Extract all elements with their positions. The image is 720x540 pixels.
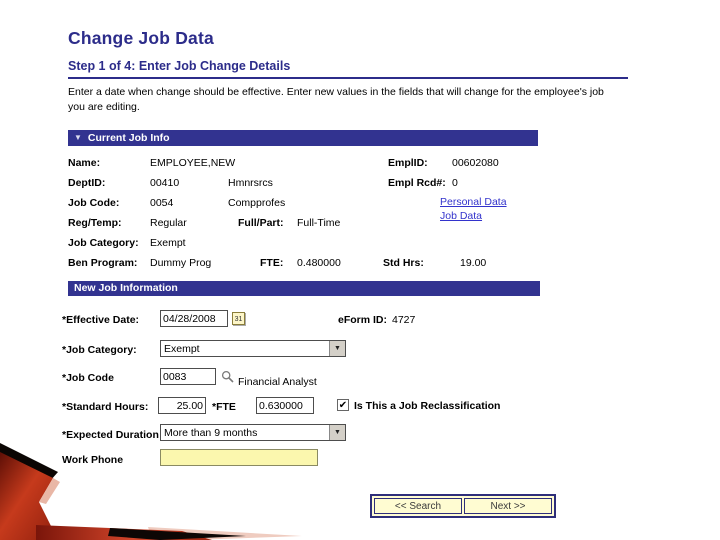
std-hrs-value: 19.00 bbox=[460, 257, 487, 269]
reg-temp-label: Reg/Temp: bbox=[68, 217, 122, 229]
standard-hours-input[interactable] bbox=[158, 397, 206, 414]
page-title: Change Job Data bbox=[68, 28, 214, 48]
pale-highlight bbox=[39, 478, 60, 504]
effective-date-label: *Effective Date: bbox=[62, 314, 140, 326]
job-code-value: 0054 bbox=[150, 197, 174, 209]
effective-date-input[interactable] bbox=[160, 310, 228, 327]
red-band bbox=[36, 525, 212, 540]
new-job-information-header: New Job Information bbox=[68, 281, 540, 296]
new-job-code-label: *Job Code bbox=[62, 372, 114, 384]
step-heading: Step 1 of 4: Enter Job Change Details bbox=[68, 59, 291, 73]
empl-rcd-label: Empl Rcd#: bbox=[388, 177, 446, 189]
check-icon: ✔ bbox=[338, 400, 348, 411]
chevron-down-icon[interactable]: ▼ bbox=[329, 341, 345, 356]
lookup-icon[interactable] bbox=[221, 370, 234, 383]
instructions-line1: Enter a date when change should be effec… bbox=[68, 86, 604, 98]
ben-program-value: Dummy Prog bbox=[150, 257, 212, 269]
reclassification-label: Is This a Job Reclassification bbox=[354, 400, 501, 412]
reclassification-checkbox[interactable]: ✔ bbox=[337, 399, 349, 411]
new-fte-label: *FTE bbox=[212, 401, 236, 413]
deptid-value: 00410 bbox=[150, 177, 180, 189]
search-button[interactable]: << Search bbox=[374, 498, 462, 514]
current-job-info-header[interactable]: ▼ Current Job Info bbox=[68, 130, 538, 146]
expected-duration-selected-value: More than 9 months bbox=[164, 427, 258, 439]
expected-duration-select[interactable]: More than 9 months ▼ bbox=[160, 424, 346, 441]
chevron-down-icon[interactable]: ▼ bbox=[329, 425, 345, 440]
job-code-label: Job Code: bbox=[68, 197, 120, 209]
expected-duration-label: *Expected Duration bbox=[62, 429, 159, 441]
pink-wedge bbox=[148, 527, 302, 540]
standard-hours-label: *Standard Hours: bbox=[62, 401, 149, 413]
job-code-desc: Compprofes bbox=[228, 197, 286, 209]
full-part-label: Full/Part: bbox=[238, 217, 284, 229]
empl-rcd-value: 0 bbox=[452, 177, 458, 189]
job-category-selected-value: Exempt bbox=[164, 343, 200, 355]
new-job-category-label: *Job Category: bbox=[62, 344, 137, 356]
emplid-label: EmplID: bbox=[388, 157, 428, 169]
full-part-value: Full-Time bbox=[297, 217, 341, 229]
job-category-select[interactable]: Exempt ▼ bbox=[160, 340, 346, 357]
fte-input[interactable] bbox=[256, 397, 314, 414]
deptid-desc: Hmnrsrcs bbox=[228, 177, 273, 189]
next-button[interactable]: Next >> bbox=[464, 498, 552, 514]
heading-rule bbox=[68, 77, 628, 79]
eform-id-label: eForm ID: bbox=[338, 314, 388, 326]
new-job-information-title: New Job Information bbox=[74, 282, 178, 294]
work-phone-label: Work Phone bbox=[62, 454, 124, 466]
calendar-icon[interactable]: 31 bbox=[232, 312, 245, 325]
new-job-code-desc: Financial Analyst bbox=[238, 376, 317, 388]
personal-data-link[interactable]: Personal Data bbox=[440, 196, 507, 208]
eform-id-value: 4727 bbox=[392, 314, 416, 326]
work-phone-input[interactable] bbox=[160, 449, 318, 466]
fte-label: FTE: bbox=[260, 257, 284, 269]
job-category-value: Exempt bbox=[150, 237, 186, 249]
emplid-value: 00602080 bbox=[452, 157, 499, 169]
current-job-info-title: Current Job Info bbox=[87, 132, 170, 144]
ben-program-label: Ben Program: bbox=[68, 257, 138, 269]
black-wedge bbox=[108, 528, 246, 540]
job-category-label: Job Category: bbox=[68, 237, 139, 249]
fte-value: 0.480000 bbox=[297, 257, 341, 269]
name-label: Name: bbox=[68, 157, 101, 169]
reg-temp-value: Regular bbox=[150, 217, 187, 229]
std-hrs-label: Std Hrs: bbox=[383, 257, 424, 269]
deptid-label: DeptID: bbox=[68, 177, 106, 189]
job-code-input[interactable] bbox=[160, 368, 216, 385]
job-data-link[interactable]: Job Data bbox=[440, 210, 482, 222]
name-value: EMPLOYEE,NEW bbox=[150, 157, 236, 169]
instructions-line2: you are editing. bbox=[68, 101, 140, 113]
black-edge bbox=[0, 443, 58, 481]
button-toolbar: << Search Next >> bbox=[370, 494, 556, 518]
red-swoosh bbox=[0, 452, 58, 540]
collapse-icon[interactable]: ▼ bbox=[74, 133, 82, 142]
